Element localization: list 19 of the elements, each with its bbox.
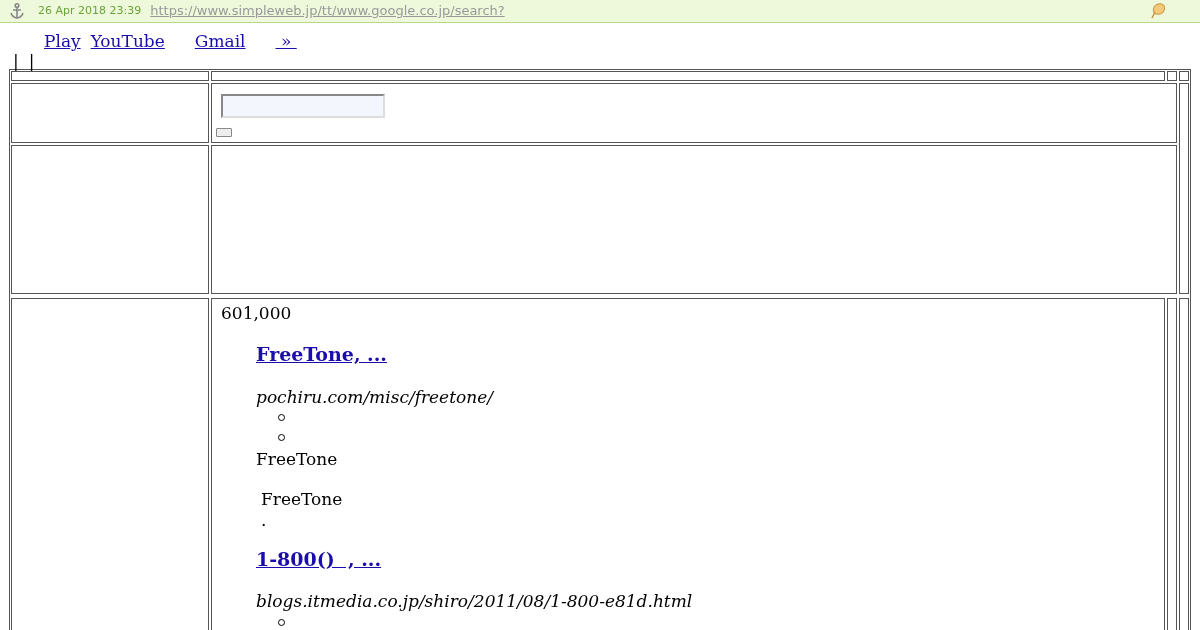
search-button[interactable] bbox=[216, 128, 232, 137]
nav-link[interactable]: Play bbox=[44, 30, 81, 52]
result-title-link[interactable]: FreeTone, ... bbox=[256, 343, 417, 365]
result-snippet: FreeTone bbox=[256, 447, 339, 470]
nav-link[interactable]: Gmail bbox=[194, 30, 246, 52]
search-field[interactable] bbox=[221, 94, 385, 118]
anchor-icon[interactable] bbox=[8, 2, 26, 20]
nav-link[interactable]: YouTube bbox=[90, 30, 165, 52]
result-snippet: . bbox=[260, 509, 267, 530]
separator-text: | bbox=[28, 52, 35, 70]
separator-text: | bbox=[13, 52, 19, 70]
result-title-link[interactable]: 1-800() , ... bbox=[256, 547, 412, 570]
archive-date: 26 Apr 2018 23:39 bbox=[38, 2, 142, 19]
result-url: blogs.itmedia.co.jp/shiro/2011/08/1-800-e81d.html bbox=[256, 590, 694, 612]
pin-icon[interactable] bbox=[1150, 2, 1166, 20]
result-url: pochiru.com/misc/freetone/ bbox=[256, 385, 495, 408]
result-count: 601,000 bbox=[221, 303, 293, 323]
result-snippet: FreeTone bbox=[260, 487, 343, 510]
nav-link[interactable]: » bbox=[275, 30, 297, 52]
